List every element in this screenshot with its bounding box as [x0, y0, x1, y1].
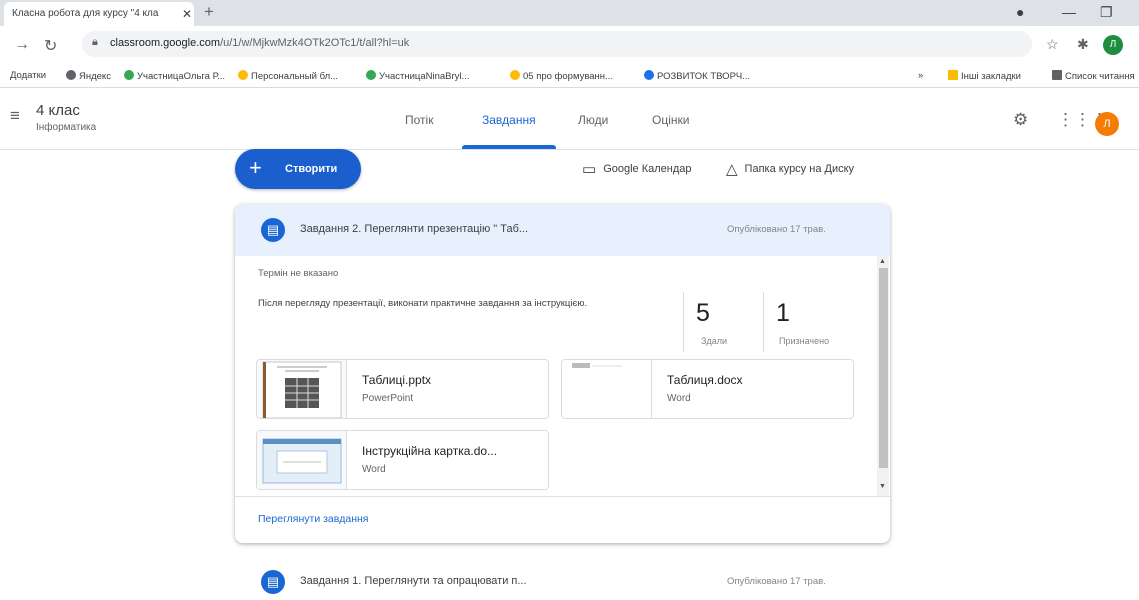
classroom-header: ≡ 4 клас Інформатика Потік Завдання Люди… — [0, 88, 1139, 150]
attachment-name: Таблиці.pptx — [362, 373, 432, 387]
settings-gear-icon[interactable]: ⚙ — [1013, 110, 1028, 130]
stat-divider — [683, 292, 684, 352]
assignment-posted-date: Опубліковано 17 трав. — [727, 224, 826, 235]
calendar-label: Google Календар — [603, 163, 692, 175]
minimize-icon[interactable]: — — [1062, 4, 1076, 20]
bookmark-item[interactable]: Яндекс — [66, 70, 111, 82]
bookmark-folder-other[interactable]: Інші закладки — [948, 70, 1021, 82]
maximize-icon[interactable]: ❐ — [1100, 4, 1113, 21]
bookmark-favicon-icon — [366, 70, 376, 80]
create-button[interactable]: + Створити — [235, 149, 361, 189]
browser-tab-title: Класна робота для курсу "4 кла — [12, 8, 159, 19]
handed-in-count[interactable]: 5 — [696, 299, 710, 328]
url-field[interactable]: 🔒︎ classroom.google.com/u/1/w/MjkwMzk4OT… — [82, 31, 1032, 57]
reading-list[interactable]: Список читання — [1052, 70, 1135, 82]
stat-divider — [763, 292, 764, 352]
assignment-header[interactable]: ▤ Завдання 2. Переглянти презентацію " Т… — [235, 204, 890, 256]
assignment-description: Після перегляду презентації, виконати пр… — [258, 298, 588, 309]
profile-icon[interactable]: ● — [1016, 4, 1024, 20]
google-calendar-link[interactable]: ▭ Google Календар — [582, 160, 692, 178]
drive-label: Папка курсу на Диску — [744, 163, 855, 175]
attachment-thumbnail — [257, 431, 347, 489]
bookmark-item[interactable]: РОЗВИТОК ТВОРЧ... — [644, 70, 750, 82]
account-avatar[interactable]: Л — [1095, 112, 1119, 136]
attachment-pptx[interactable]: Таблиці.pptx PowerPoint — [256, 359, 549, 419]
bookmark-favicon-icon — [510, 70, 520, 80]
calendar-icon: ▭ — [582, 161, 597, 178]
forward-arrow-icon[interactable]: → — [14, 36, 30, 54]
attachment-name: Інструкційна картка.do... — [362, 444, 498, 458]
attachment-type: PowerPoint — [362, 393, 414, 404]
bookmark-item[interactable]: УчастницаОльга Р... — [124, 70, 225, 82]
extensions-icon[interactable]: ✱ — [1077, 36, 1089, 53]
folder-icon — [948, 70, 958, 80]
assignment-icon: ▤ — [261, 570, 285, 594]
drive-icon: △ — [726, 161, 738, 178]
create-button-label: Створити — [285, 163, 338, 175]
assignment-posted-date: Опубліковано 17 трав. — [727, 576, 826, 587]
bookmark-item[interactable]: 05 про формуванн... — [510, 70, 613, 82]
tab-people[interactable]: Люди — [578, 113, 608, 127]
browser-tab[interactable]: Класна робота для курсу "4 кла ✕ — [4, 2, 194, 26]
scroll-down-arrow-icon[interactable]: ▼ — [879, 483, 886, 490]
scroll-up-arrow-icon[interactable]: ▲ — [879, 258, 886, 265]
handed-in-label: Здали — [701, 336, 727, 346]
profile-avatar-icon[interactable]: Л — [1103, 35, 1123, 55]
bookmark-item[interactable]: Додатки — [10, 70, 46, 81]
attachment-name: Таблиця.docx — [667, 373, 743, 387]
class-subject: Інформатика — [36, 122, 97, 133]
bookmark-item[interactable]: Персональный бл... — [238, 70, 338, 82]
lock-icon: 🔒︎ — [92, 36, 98, 48]
assignment-card-collapsed[interactable]: ▤ Завдання 1. Переглянути та опрацювати … — [235, 560, 890, 600]
attachment-thumbnail — [562, 360, 652, 418]
attachment-docx[interactable]: Таблиця.docx Word — [561, 359, 854, 419]
main-menu-icon[interactable]: ≡ — [10, 106, 20, 126]
reload-icon[interactable]: ↻ — [44, 36, 57, 56]
bookmark-favicon-icon — [644, 70, 654, 80]
tab-stream[interactable]: Потік — [405, 113, 433, 127]
reading-list-icon — [1052, 70, 1062, 80]
assignment-card-expanded: ▤ Завдання 2. Переглянти презентацію " Т… — [235, 204, 890, 543]
bookmark-star-icon[interactable]: ☆ — [1046, 36, 1059, 53]
assignment-footer: Переглянути завдання — [235, 496, 890, 543]
bookmark-favicon-icon — [238, 70, 248, 80]
due-date-text: Термін не вказано — [258, 268, 339, 279]
assigned-count[interactable]: 1 — [776, 299, 790, 328]
bookmarks-bar: Додатки Яндекс УчастницаОльга Р... Персо… — [0, 62, 1139, 88]
url-host: classroom.google.com — [110, 37, 221, 49]
plus-icon: + — [249, 155, 262, 180]
bookmarks-overflow-icon[interactable]: » — [918, 70, 923, 81]
attachment-type: Word — [667, 393, 691, 404]
attachment-thumbnail — [257, 360, 347, 418]
bookmark-item[interactable]: УчастницаNinaBryl... — [366, 70, 469, 82]
drive-folder-link[interactable]: △ Папка курсу на Диску — [726, 160, 854, 178]
assignment-icon: ▤ — [261, 218, 285, 242]
attachment-instruction-card[interactable]: Інструкційна картка.do... Word — [256, 430, 549, 490]
view-assignment-link[interactable]: Переглянути завдання — [258, 513, 368, 525]
new-tab-icon[interactable]: + — [204, 2, 214, 22]
tab-classwork[interactable]: Завдання — [482, 113, 536, 127]
attachment-type: Word — [362, 464, 386, 475]
assigned-label: Призначено — [779, 336, 830, 346]
address-bar-row: → ↻ 🔒︎ classroom.google.com/u/1/w/MjkwMz… — [0, 26, 1139, 62]
bookmark-favicon-icon — [124, 70, 134, 80]
url-path: /u/1/w/MjkwMzk4OTk2OTc1/t/all?hl=uk — [220, 37, 410, 49]
tab-grades[interactable]: Оцінки — [652, 113, 689, 127]
assignment-title: Завдання 1. Переглянути та опрацювати п.… — [300, 575, 527, 587]
browser-tab-strip: Класна робота для курсу "4 кла ✕ + ● — ❐ — [0, 0, 1139, 26]
assignment-title: Завдання 2. Переглянти презентацію " Таб… — [300, 223, 529, 235]
bookmark-favicon-icon — [66, 70, 76, 80]
close-tab-icon[interactable]: ✕ — [182, 7, 192, 21]
class-name[interactable]: 4 клас — [36, 102, 80, 119]
active-tab-indicator — [462, 145, 556, 149]
scrollbar-thumb[interactable] — [879, 268, 888, 468]
